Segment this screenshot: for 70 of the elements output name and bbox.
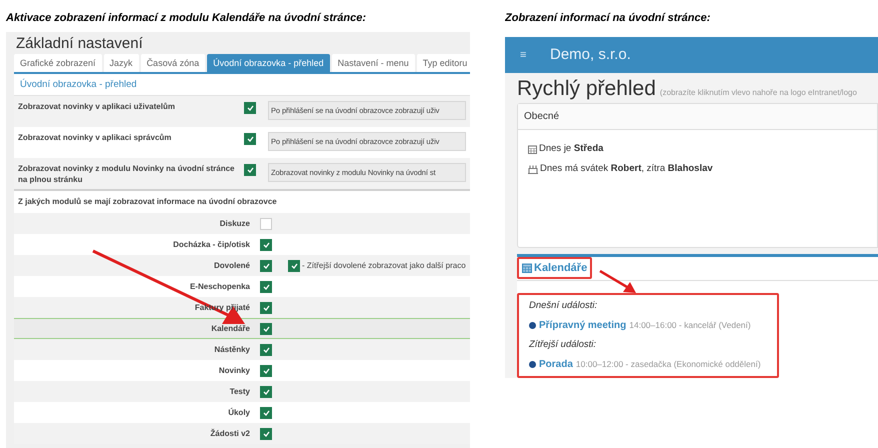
check-icon bbox=[262, 304, 270, 310]
checkbox[interactable] bbox=[260, 428, 272, 440]
module-label: Novinky bbox=[218, 364, 250, 376]
module-label: Dovolené bbox=[212, 260, 250, 272]
checkbox[interactable] bbox=[260, 238, 272, 250]
checkbox[interactable] bbox=[288, 260, 300, 272]
check-icon bbox=[246, 136, 254, 142]
checkbox[interactable] bbox=[260, 302, 272, 314]
check-icon bbox=[246, 105, 254, 111]
checkbox[interactable] bbox=[260, 260, 272, 272]
caption: Aktivace zobrazení informací z modulu Kalendáře na úvodní stránce: bbox=[6, 11, 368, 26]
check-icon bbox=[262, 346, 270, 352]
annotation-arrow bbox=[599, 270, 637, 294]
module-label: Diskuze bbox=[218, 218, 250, 230]
option-label: - Zítřejší dovolené zobrazovat jako další praco bbox=[302, 260, 466, 272]
check-icon bbox=[290, 262, 298, 268]
check-icon bbox=[262, 326, 270, 332]
setting-label: Zobrazovat novinky v aplikaci uživatelům bbox=[18, 101, 176, 112]
check-icon bbox=[262, 430, 270, 436]
tab[interactable]: Nastavení - menu bbox=[332, 54, 415, 72]
tab[interactable]: Grafické zobrazení bbox=[14, 54, 102, 72]
check-icon bbox=[262, 284, 270, 290]
event-link[interactable]: Přípravný meeting bbox=[539, 318, 626, 333]
tab[interactable]: Úvodní obrazovka - přehled bbox=[207, 54, 330, 72]
calendar-icon bbox=[522, 263, 532, 273]
app-title: Demo, s.r.o. bbox=[550, 44, 631, 65]
section-heading: Z jakých modulů se mají zobrazovat informace na úvodní obrazovce bbox=[17, 196, 278, 208]
checkbox[interactable] bbox=[244, 102, 256, 114]
tab[interactable]: Typ editoru bbox=[416, 54, 470, 72]
calendar-icon bbox=[528, 144, 537, 154]
cake-icon bbox=[528, 164, 538, 174]
checkbox[interactable] bbox=[260, 364, 272, 376]
page-title: Rychlý přehled bbox=[517, 76, 656, 102]
info-text: Dnes má svátek Robert, zítra Blahoslav bbox=[540, 162, 713, 176]
module-label: Nástěnky bbox=[213, 344, 250, 356]
tab[interactable]: Jazyk bbox=[104, 54, 139, 72]
checkbox[interactable] bbox=[260, 218, 272, 230]
event-link[interactable]: Porada bbox=[539, 357, 573, 372]
checkbox[interactable] bbox=[260, 406, 272, 418]
checkbox[interactable] bbox=[260, 386, 272, 398]
group-heading: Zítřejší události: bbox=[529, 338, 598, 352]
checkbox[interactable] bbox=[260, 322, 272, 334]
module-label: Žádosti v2 bbox=[209, 428, 250, 440]
setting-label: Zobrazovat novinky v aplikaci správcům bbox=[18, 132, 172, 143]
event-details: 14:00–16:00 - kancelář (Vedení) bbox=[629, 318, 751, 332]
checkbox[interactable] bbox=[260, 280, 272, 292]
checkbox[interactable] bbox=[260, 344, 272, 356]
checkbox[interactable] bbox=[244, 164, 256, 176]
module-label: Docházka - čip/otisk bbox=[172, 238, 250, 250]
setting-label: Zobrazovat novinky z modulu Novinky na úvodní stránce na plnou stránku bbox=[18, 163, 236, 185]
caption: Zobrazení informací na úvodní stránce: bbox=[505, 11, 712, 26]
check-icon bbox=[262, 368, 270, 374]
check-icon bbox=[246, 167, 254, 173]
panel-title: Základní nastavení bbox=[15, 34, 144, 54]
event-details: 10:00–12:00 - zasedačka (Ekonomické oddělení) bbox=[576, 358, 761, 371]
module-label: Testy bbox=[228, 386, 250, 398]
card-title: Obecné bbox=[518, 104, 877, 130]
module-label: E-Neschopenka bbox=[188, 280, 250, 292]
page-subtitle: (zobrazíte kliknutím vlevo nahoře na logo eIntranet/logo bbox=[660, 87, 857, 99]
checkbox[interactable] bbox=[244, 133, 256, 145]
check-icon bbox=[262, 410, 270, 416]
check-icon bbox=[262, 242, 270, 248]
tab[interactable]: Časová zóna bbox=[140, 54, 206, 72]
check-icon bbox=[262, 262, 270, 268]
group-heading: Dnešní události: bbox=[529, 298, 598, 312]
check-icon bbox=[262, 388, 270, 394]
card-title[interactable]: Kalendáře bbox=[534, 260, 588, 276]
info-text: Dnes je Středa bbox=[539, 142, 604, 156]
module-label: Kalendáře bbox=[210, 322, 250, 334]
module-label: Úkoly bbox=[227, 406, 250, 418]
